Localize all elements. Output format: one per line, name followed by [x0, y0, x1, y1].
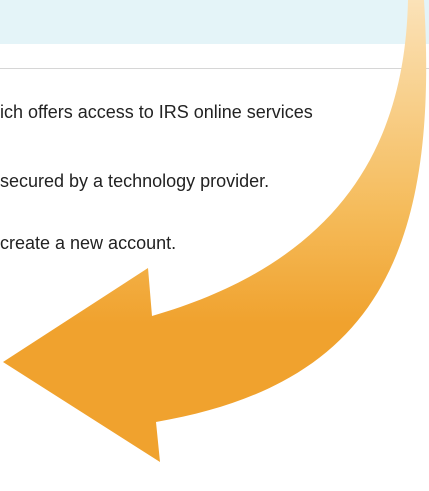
curved-arrow-icon — [3, 0, 427, 462]
